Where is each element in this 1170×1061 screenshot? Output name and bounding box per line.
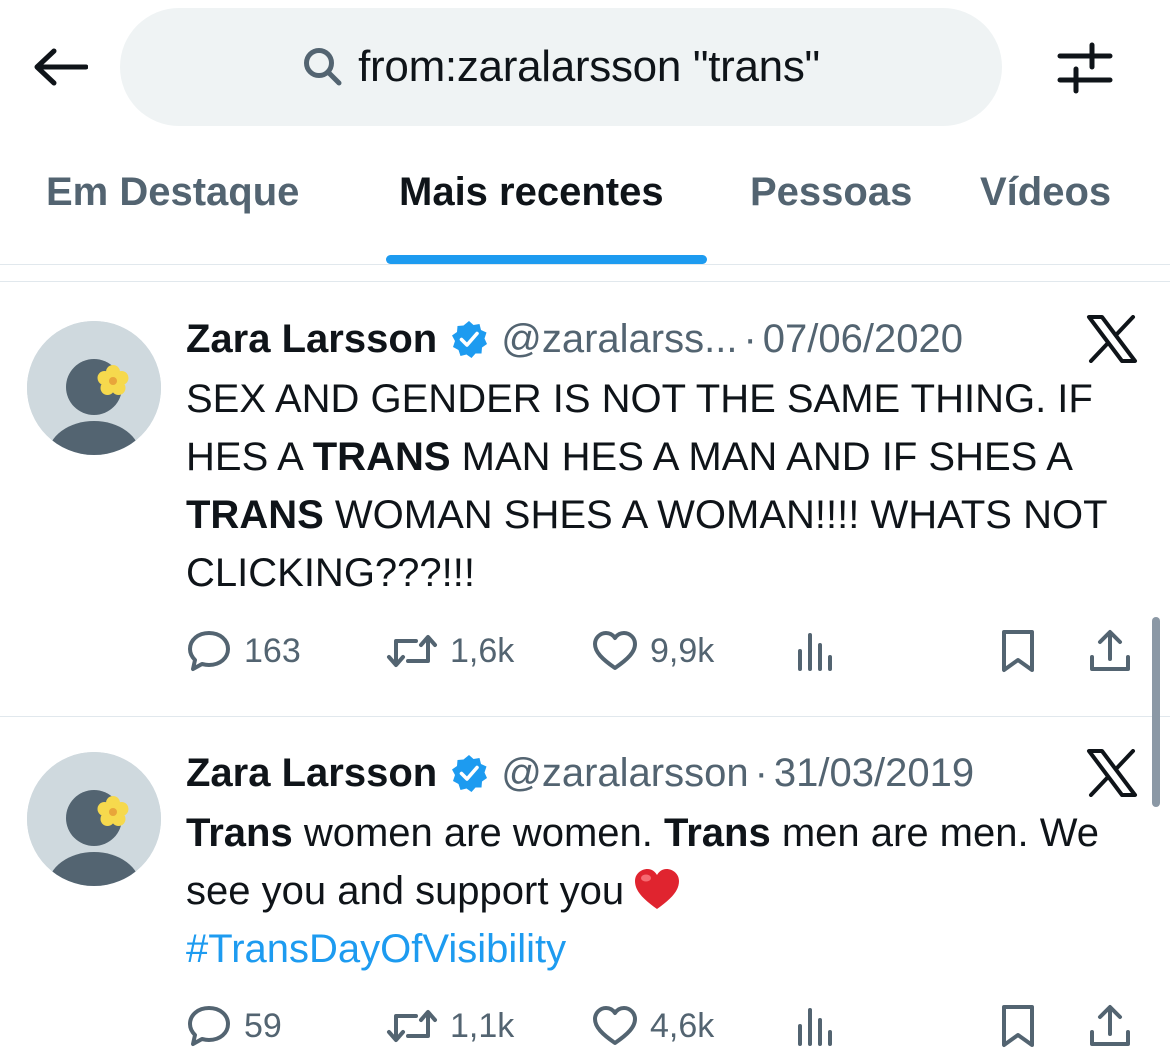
user-handle[interactable]: @zaralarss... xyxy=(501,317,737,362)
repost-icon xyxy=(387,1010,437,1042)
tweet-text: SEX AND GENDER IS NOT THE SAME THING. IF… xyxy=(186,370,1156,602)
tweet-text-segment: women are women. xyxy=(292,811,664,855)
views-button[interactable] xyxy=(794,1001,838,1051)
back-button[interactable] xyxy=(30,42,90,92)
bookmark-icon xyxy=(1002,1005,1034,1047)
user-handle[interactable]: @zaralarsson xyxy=(501,751,748,796)
verified-badge-icon xyxy=(449,753,489,793)
like-count: 9,9k xyxy=(650,631,715,670)
share-button[interactable] xyxy=(1088,626,1132,676)
default-avatar-flower-icon xyxy=(27,321,161,455)
tweet[interactable]: Zara Larsson @zaralarss... · 07/06/2020 … xyxy=(0,282,1170,716)
share-icon xyxy=(1090,1005,1130,1046)
display-name[interactable]: Zara Larsson xyxy=(186,317,437,362)
bookmark-icon xyxy=(1002,630,1034,672)
search-highlight: TRANS xyxy=(312,435,451,479)
tab-em-destaque[interactable]: Em Destaque xyxy=(46,170,299,215)
search-highlight: Trans xyxy=(186,811,293,855)
views-icon xyxy=(798,1008,832,1046)
reply-button[interactable]: 59 xyxy=(186,1001,282,1051)
bookmark-button[interactable] xyxy=(998,1001,1038,1051)
tweet-text: Trans women are women. Trans men are men… xyxy=(186,804,1156,978)
tweet-text-segment: WOMAN SHES A WOMAN!!!! WHATS NOT CLICKIN… xyxy=(186,493,1107,595)
like-count: 4,6k xyxy=(650,1006,715,1045)
tweet-actions: 59 1,1k 4,6k xyxy=(186,1001,1146,1051)
x-logo-icon xyxy=(1084,314,1140,364)
reply-icon xyxy=(188,1006,230,1046)
reply-icon xyxy=(188,631,230,671)
back-arrow-icon xyxy=(34,48,88,86)
share-button[interactable] xyxy=(1088,1001,1132,1051)
repost-count: 1,6k xyxy=(450,631,515,670)
default-avatar-flower-icon xyxy=(27,752,161,886)
tab-videos[interactable]: Vídeos xyxy=(980,170,1111,215)
heart-emoji-icon xyxy=(632,866,682,912)
search-tabs: Em Destaque Mais recentes Pessoas Vídeos xyxy=(0,150,1170,266)
search-filter-button[interactable] xyxy=(1052,38,1118,98)
x-logo-icon xyxy=(1084,748,1140,798)
tweet-header: Zara Larsson @zaralarss... · 07/06/2020 xyxy=(186,314,963,364)
share-icon xyxy=(1090,630,1130,671)
filter-sliders-icon xyxy=(1057,42,1113,94)
views-icon xyxy=(798,633,832,671)
like-button[interactable]: 4,6k xyxy=(592,1001,714,1051)
tweet[interactable]: Zara Larsson @zaralarsson · 31/03/2019 T… xyxy=(0,717,1170,1061)
repost-icon xyxy=(387,635,437,667)
bookmark-button[interactable] xyxy=(998,626,1038,676)
tweet-text-segment: MAN HES A MAN AND IF SHES A xyxy=(450,435,1071,479)
separator-dot: · xyxy=(754,750,768,795)
avatar[interactable] xyxy=(27,321,161,455)
search-query-text: from:zaralarsson "trans" xyxy=(358,42,820,91)
verified-badge-icon xyxy=(449,319,489,359)
display-name[interactable]: Zara Larsson xyxy=(186,751,437,796)
tweet-date[interactable]: 31/03/2019 xyxy=(774,751,974,796)
scrollbar[interactable] xyxy=(1152,617,1160,807)
hashtag-link[interactable]: #TransDayOfVisibility xyxy=(186,927,566,971)
search-icon xyxy=(302,46,344,88)
repost-count: 1,1k xyxy=(450,1006,515,1045)
repost-button[interactable]: 1,6k xyxy=(386,626,514,676)
tweet-header: Zara Larsson @zaralarsson · 31/03/2019 xyxy=(186,748,974,798)
separator-dot: · xyxy=(743,316,757,361)
search-highlight: TRANS xyxy=(186,493,324,537)
like-icon xyxy=(593,1006,637,1045)
reply-count: 59 xyxy=(244,1006,282,1045)
search-input[interactable]: from:zaralarsson "trans" xyxy=(120,8,1002,126)
search-highlight: Trans xyxy=(664,811,771,855)
active-tab-indicator xyxy=(386,255,707,264)
tab-pessoas[interactable]: Pessoas xyxy=(750,170,912,215)
tab-mais-recentes[interactable]: Mais recentes xyxy=(399,170,664,215)
repost-button[interactable]: 1,1k xyxy=(386,1001,514,1051)
views-button[interactable] xyxy=(794,626,838,676)
like-icon xyxy=(593,631,637,670)
avatar[interactable] xyxy=(27,752,161,886)
reply-button[interactable]: 163 xyxy=(186,626,301,676)
reply-count: 163 xyxy=(244,631,301,670)
divider xyxy=(0,264,1170,265)
search-header: from:zaralarsson "trans" xyxy=(0,0,1170,140)
like-button[interactable]: 9,9k xyxy=(592,626,714,676)
tweet-date[interactable]: 07/06/2020 xyxy=(763,317,963,362)
tweet-actions: 163 1,6k 9,9k xyxy=(186,626,1146,676)
